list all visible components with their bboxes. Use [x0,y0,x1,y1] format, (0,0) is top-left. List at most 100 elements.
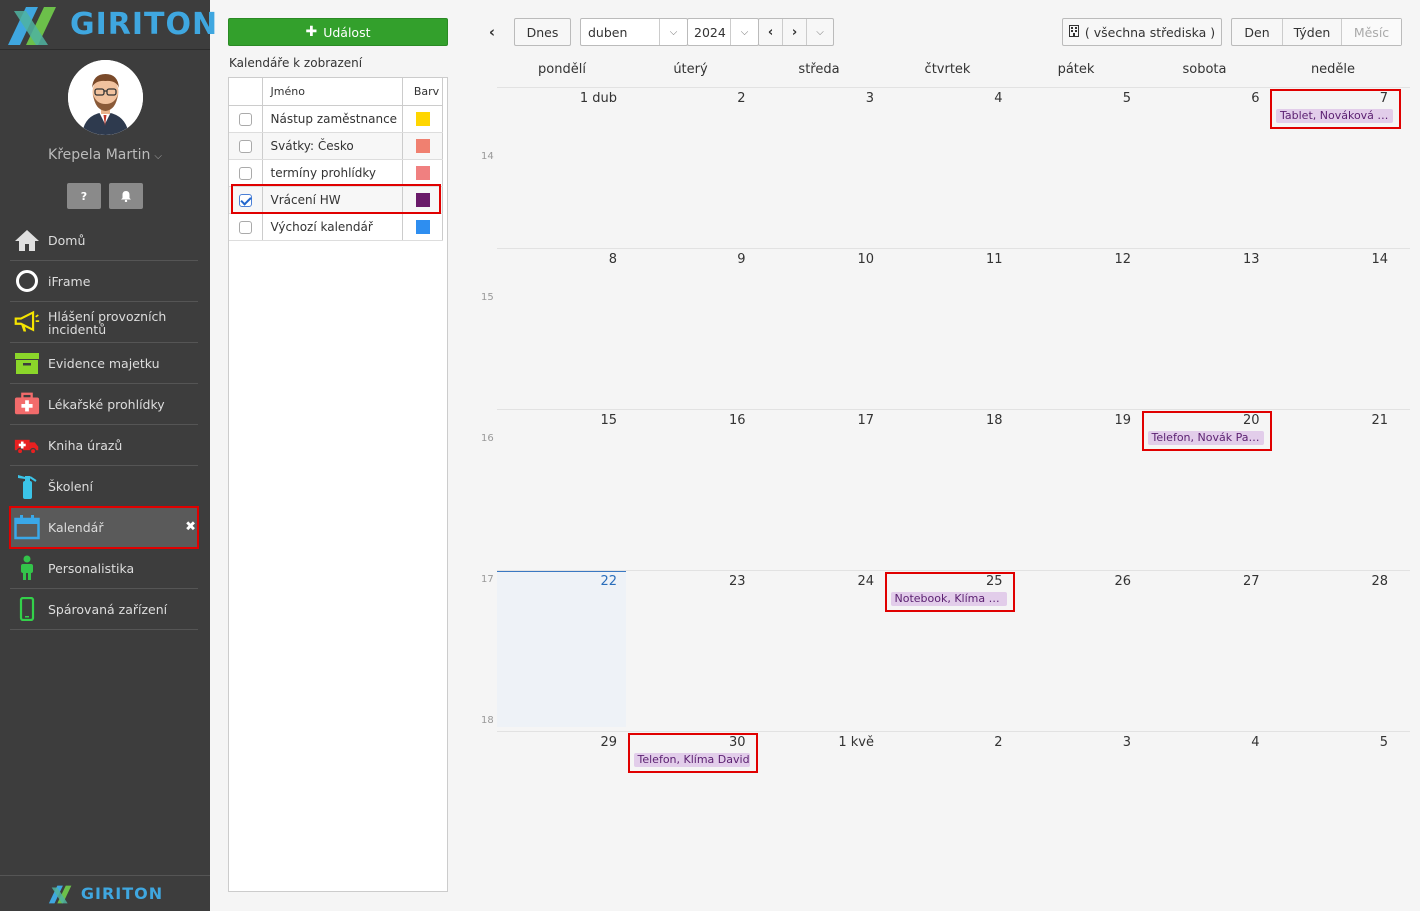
sidebar-item-label: Spárovaná zařízení [48,601,168,617]
previous-period-button[interactable]: ‹ [759,19,783,45]
calendar-checkbox[interactable] [238,220,252,234]
day-number[interactable]: 20 [1140,413,1260,428]
chevron-down-icon: ⌵ [154,151,162,162]
calendar-row[interactable]: Vrácení HW [229,186,443,214]
sidebar-item-hr[interactable]: Personalistika [10,548,198,589]
calendar-color-cell[interactable] [402,186,443,214]
sidebar-item-medical[interactable]: Lékařské prohlídky [10,384,198,425]
close-icon[interactable]: ✖ [185,520,196,535]
next-period-button[interactable]: › [783,19,807,45]
plus-icon: ✚ [305,24,318,40]
day-number[interactable]: 2 [626,91,745,106]
day-number[interactable]: 22 [497,574,617,589]
day-number[interactable]: 10 [754,252,874,267]
calendar-checkbox[interactable] [238,193,252,207]
sidebar-item-injury-book[interactable]: Kniha úrazů [10,425,198,466]
month-calendar: pondělí úterý středa čtvrtek pátek sobota nedě… [497,56,1410,911]
smartphone-icon [14,596,40,622]
calendar-name: termíny prohlídky [262,159,403,187]
collapse-panel-button[interactable]: ‹ [480,18,504,46]
sidebar-item-label: Domů [48,232,86,248]
day-number[interactable]: 5 [1011,91,1131,106]
sidebar-item-paired-devices[interactable]: Spárovaná zařízení [10,589,198,630]
month-select[interactable]: duben ⌵ [580,18,688,46]
day-number[interactable]: 28 [1268,574,1388,589]
day-number[interactable]: 24 [754,574,874,589]
notifications-button[interactable] [109,183,143,209]
help-button[interactable]: ? [67,183,101,209]
calendar-checkbox[interactable] [238,112,252,126]
week-number: 17 [481,574,494,585]
calendar-color-cell[interactable] [402,132,443,160]
sidebar-item-assets[interactable]: Evidence majetku [10,343,198,384]
sidebar-item-incidents[interactable]: Hlášení provozních incidentů [10,302,198,343]
day-number[interactable]: 19 [1011,413,1131,428]
brand-logo[interactable]: GIRITON [0,0,217,50]
day-number[interactable]: 15 [497,413,617,428]
calendar-event[interactable]: Telefon, Novák Pavel [1147,431,1264,445]
column-header-color[interactable]: Barv [402,78,443,106]
calendar-row[interactable]: Výchozí kalendář [229,213,443,241]
day-number[interactable]: 9 [626,252,745,267]
cost-center-select[interactable]: ( všechna střediska ) [1062,18,1222,46]
day-number[interactable]: 3 [1011,735,1131,750]
day-number[interactable]: 25 [883,574,1003,589]
day-number[interactable]: 30 [626,735,746,750]
day-number[interactable]: 11 [883,252,1003,267]
week-divider [497,409,1410,410]
day-number[interactable]: 14 [1268,252,1388,267]
today-cell[interactable] [497,570,626,727]
day-number[interactable]: 4 [883,91,1002,106]
day-number[interactable]: 18 [883,413,1003,428]
user-menu[interactable]: Křepela Martin ⌵ [0,147,210,163]
day-number[interactable]: 1 kvě [754,735,874,750]
calendar-row[interactable]: Nástup zaměstnance [229,105,443,133]
day-number[interactable]: 1 dub [497,91,617,106]
day-number[interactable]: 13 [1140,252,1260,267]
today-button[interactable]: Dnes [514,18,571,46]
sidebar-item-training[interactable]: Školení [10,466,198,507]
day-number[interactable]: 26 [1011,574,1131,589]
calendar-color-cell[interactable] [402,213,443,241]
day-number[interactable]: 21 [1268,413,1388,428]
day-number[interactable]: 8 [497,252,617,267]
avatar[interactable] [68,60,143,135]
day-number[interactable]: 29 [497,735,617,750]
view-week-button[interactable]: Týden [1283,19,1342,45]
calendar-event[interactable]: Telefon, Klíma David [633,753,750,767]
column-header-name[interactable]: Jméno [262,78,403,106]
calendar-event[interactable]: Tablet, Nováková P... [1276,109,1393,123]
day-number[interactable]: 16 [626,413,746,428]
day-number[interactable]: 6 [1140,91,1259,106]
day-number[interactable]: 7 [1268,91,1388,106]
calendar-checkbox[interactable] [238,166,252,180]
day-number[interactable]: 2 [883,735,1002,750]
year-select[interactable]: 2024 ⌵ [687,18,759,46]
sidebar: GIRITON Křepela Martin ⌵ ? Domů iFrame H… [0,0,217,911]
calendar-row[interactable]: Svátky: Česko [229,132,443,160]
view-day-button[interactable]: Den [1232,19,1283,45]
calendar-event[interactable]: Notebook, Klíma D... [890,592,1007,606]
day-number[interactable]: 23 [626,574,746,589]
calendar-color-cell[interactable] [402,159,443,187]
day-number[interactable]: 5 [1268,735,1388,750]
view-month-button[interactable]: Měsíc [1342,19,1401,45]
day-number[interactable]: 17 [754,413,874,428]
sidebar-item-label: Školení [48,478,93,494]
day-number[interactable]: 12 [1011,252,1131,267]
day-number[interactable]: 27 [1140,574,1260,589]
sidebar-item-home[interactable]: Domů [10,220,198,261]
calendar-checkbox[interactable] [238,139,252,153]
sidebar-item-calendar[interactable]: Kalendář ✖ [9,506,199,549]
sidebar-item-label: Kalendář [48,519,104,535]
new-event-button[interactable]: ✚ Událost [228,18,448,46]
view-switcher: Den Týden Měsíc [1231,18,1402,46]
sidebar-item-label: Lékařské prohlídky [48,396,165,412]
sidebar-item-iframe[interactable]: iFrame [10,261,198,302]
day-number[interactable]: 4 [1140,735,1259,750]
calendar-row[interactable]: termíny prohlídky [229,159,443,187]
archive-box-icon [14,350,40,376]
period-dropdown-button[interactable]: ⌵ [807,19,833,45]
calendar-color-cell[interactable] [402,105,443,133]
day-number[interactable]: 3 [754,91,874,106]
